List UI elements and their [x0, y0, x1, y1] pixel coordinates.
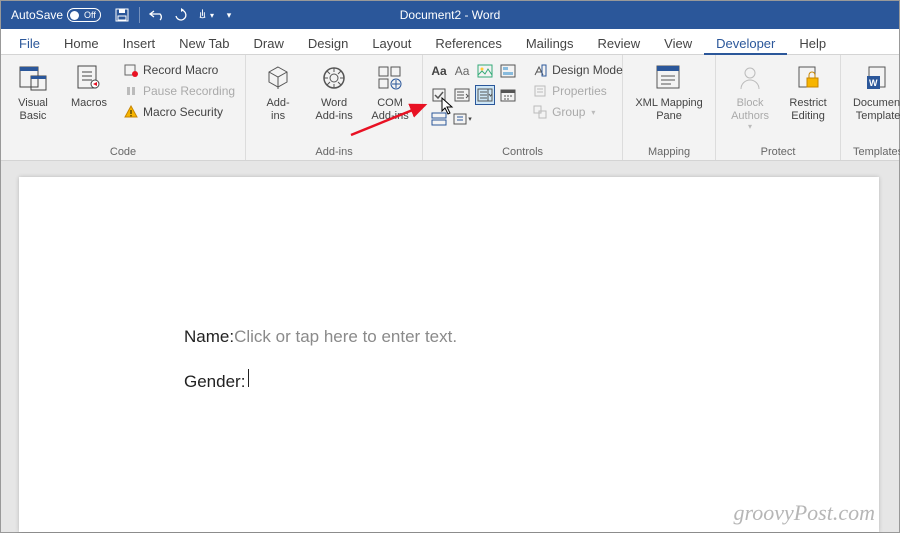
- tab-references[interactable]: References: [423, 32, 513, 54]
- window-title: Document2 - Word: [400, 8, 500, 22]
- restrict-editing-button[interactable]: Restrict Editing: [782, 59, 834, 125]
- xml-mapping-icon: [653, 62, 685, 94]
- tab-mailings[interactable]: Mailings: [514, 32, 586, 54]
- checkbox-control-icon[interactable]: [429, 85, 449, 105]
- visual-basic-icon: [17, 62, 49, 94]
- redo-icon[interactable]: [172, 6, 190, 24]
- gender-label: Gender:: [184, 372, 245, 392]
- tab-insert[interactable]: Insert: [111, 32, 168, 54]
- com-addins-button[interactable]: COM Add-ins: [364, 59, 416, 125]
- pause-recording-button: Pause Recording: [119, 82, 239, 100]
- repeating-section-control-icon[interactable]: [429, 109, 449, 129]
- tab-draw[interactable]: Draw: [242, 32, 296, 54]
- xml-mapping-button[interactable]: XML Mapping Pane: [629, 59, 709, 125]
- group-templates: WDocument Template Templates: [841, 55, 900, 160]
- group-controls-label: Controls: [429, 144, 616, 158]
- plain-text-control-icon[interactable]: Aa: [452, 61, 472, 81]
- picture-control-icon[interactable]: [475, 61, 495, 81]
- dropdown-list-control-icon[interactable]: [475, 85, 495, 105]
- record-icon: [123, 62, 139, 78]
- tab-layout[interactable]: Layout: [360, 32, 423, 54]
- autosave-switch-icon: Off: [67, 8, 101, 22]
- autosave-toggle[interactable]: AutoSave Off: [5, 8, 107, 22]
- group-controls: Aa Aa ▾ Design Mode Properti: [423, 55, 623, 160]
- document-template-icon: W: [862, 62, 894, 94]
- properties-button: Properties: [528, 82, 627, 100]
- com-addins-icon: [374, 62, 406, 94]
- save-icon[interactable]: [113, 6, 131, 24]
- watermark: groovyPost.com: [733, 500, 875, 526]
- record-macro-button[interactable]: Record Macro: [119, 61, 239, 79]
- group-addins-label: Add-ins: [252, 144, 416, 158]
- group-protect: Block Authors▾ Restrict Editing Protect: [716, 55, 841, 160]
- date-picker-control-icon[interactable]: [498, 85, 518, 105]
- ribbon: Visual Basic Macros Record Macro Pause R…: [1, 55, 899, 161]
- touch-mode-icon[interactable]: ▾: [196, 6, 214, 24]
- quick-access-toolbar: AutoSave Off ▾ ▾: [5, 6, 238, 24]
- block-authors-button: Block Authors▾: [722, 59, 778, 134]
- document-area: Name: Click or tap here to enter text. G…: [1, 161, 899, 532]
- group-addins: Add- ins Word Add-ins COM Add-ins Add-in…: [246, 55, 423, 160]
- word-addins-button[interactable]: Word Add-ins: [308, 59, 360, 125]
- tab-help[interactable]: Help: [787, 32, 838, 54]
- group-templates-label: Templates: [847, 144, 900, 158]
- tab-design[interactable]: Design: [296, 32, 360, 54]
- block-authors-icon: [734, 62, 766, 94]
- name-field-row: Name: Click or tap here to enter text.: [184, 327, 879, 347]
- pause-icon: [123, 83, 139, 99]
- title-bar: AutoSave Off ▾ ▾ Document2 - Word: [1, 1, 899, 29]
- legacy-tools-icon[interactable]: ▾: [452, 109, 472, 129]
- group-mapping: XML Mapping Pane Mapping: [623, 55, 716, 160]
- undo-icon[interactable]: [148, 6, 166, 24]
- group-control-button: Group▾: [528, 103, 627, 121]
- name-label: Name:: [184, 327, 234, 347]
- group-code-label: Code: [7, 144, 239, 158]
- svg-text:W: W: [869, 78, 878, 88]
- document-template-button[interactable]: WDocument Template: [847, 59, 900, 125]
- restrict-editing-icon: [792, 62, 824, 94]
- customize-qat-icon[interactable]: ▾: [220, 6, 238, 24]
- combobox-control-icon[interactable]: [452, 85, 472, 105]
- group-icon: [532, 104, 548, 120]
- gender-field-row: Gender:: [184, 369, 879, 392]
- controls-gallery: Aa Aa ▾: [429, 59, 518, 129]
- rich-text-control-icon[interactable]: Aa: [429, 61, 449, 81]
- tab-view[interactable]: View: [652, 32, 704, 54]
- addins-icon: [262, 62, 294, 94]
- text-cursor: [248, 369, 249, 387]
- macros-icon: [73, 62, 105, 94]
- group-code: Visual Basic Macros Record Macro Pause R…: [1, 55, 246, 160]
- addins-button[interactable]: Add- ins: [252, 59, 304, 125]
- group-mapping-label: Mapping: [629, 144, 709, 158]
- design-mode-icon: [532, 62, 548, 78]
- properties-icon: [532, 83, 548, 99]
- autosave-label: AutoSave: [11, 8, 63, 22]
- tab-newtab[interactable]: New Tab: [167, 32, 241, 54]
- name-content-control[interactable]: Click or tap here to enter text.: [234, 327, 457, 347]
- word-addins-icon: [318, 62, 350, 94]
- warning-icon: [123, 104, 139, 120]
- page[interactable]: Name: Click or tap here to enter text. G…: [19, 177, 879, 532]
- tab-developer[interactable]: Developer: [704, 32, 787, 55]
- macros-button[interactable]: Macros: [63, 59, 115, 113]
- group-protect-label: Protect: [722, 144, 834, 158]
- building-block-control-icon[interactable]: [498, 61, 518, 81]
- tab-home[interactable]: Home: [52, 32, 111, 54]
- tab-file[interactable]: File: [7, 32, 52, 54]
- ribbon-tabs: File Home Insert New Tab Draw Design Lay…: [1, 29, 899, 55]
- tab-review[interactable]: Review: [586, 32, 653, 54]
- macro-security-button[interactable]: Macro Security: [119, 103, 239, 121]
- visual-basic-button[interactable]: Visual Basic: [7, 59, 59, 125]
- design-mode-button[interactable]: Design Mode: [528, 61, 627, 79]
